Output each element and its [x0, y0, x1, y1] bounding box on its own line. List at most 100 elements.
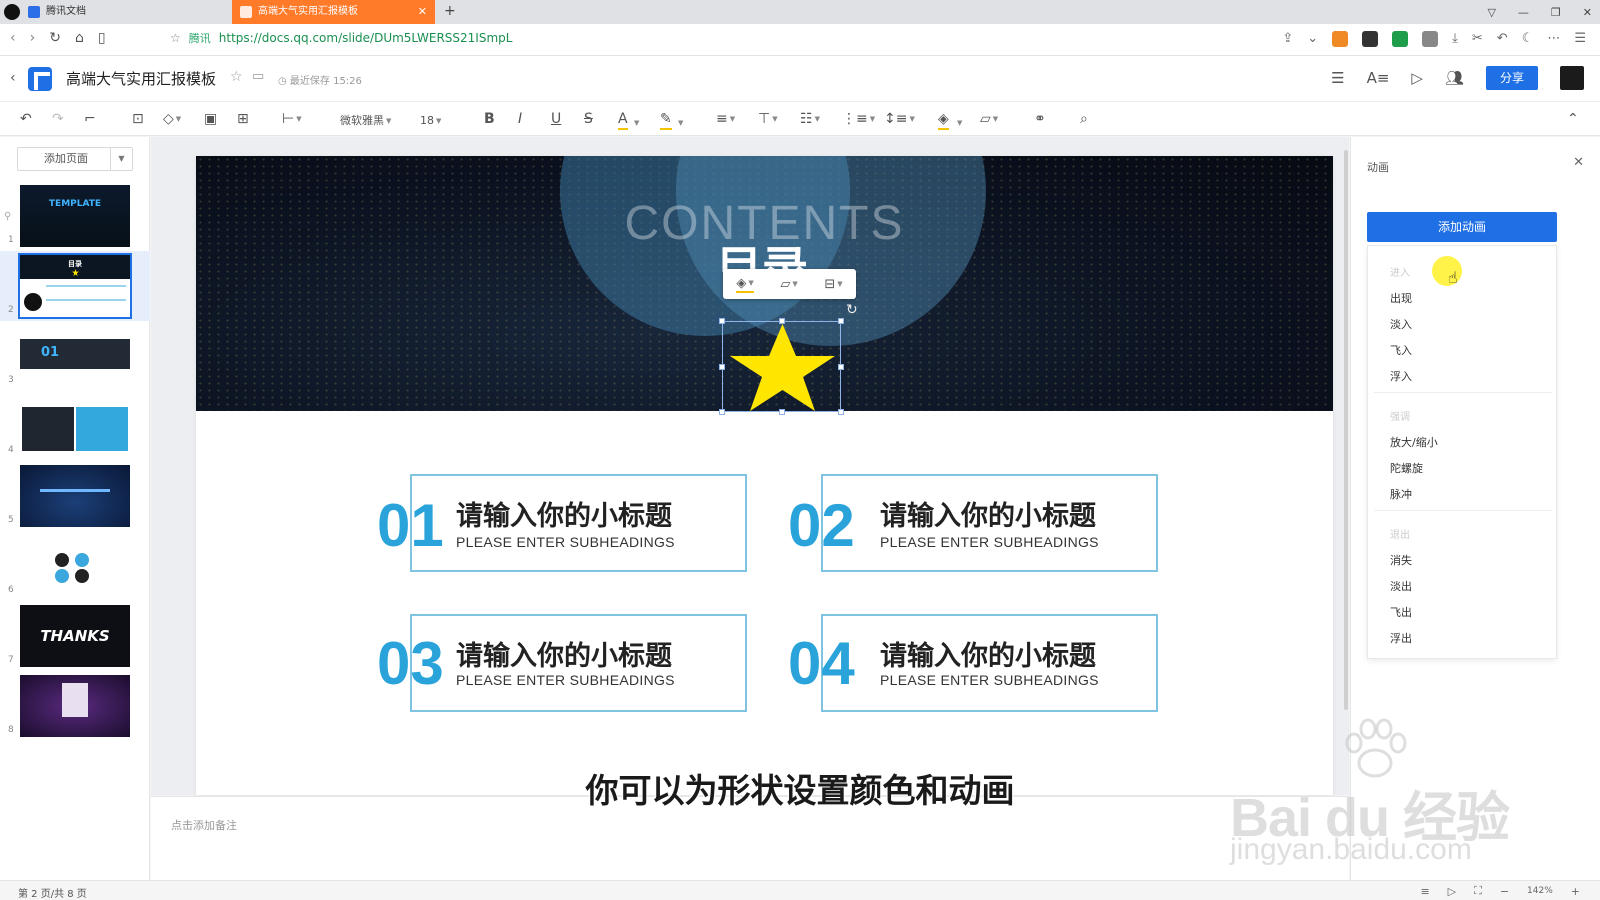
- pin-icon[interactable]: ⚲: [4, 211, 11, 222]
- rotate-handle-icon[interactable]: ↻: [846, 302, 858, 318]
- menu-icon[interactable]: ▽: [1487, 6, 1495, 19]
- add-page-button[interactable]: 添加页面 ▼: [17, 147, 133, 171]
- slide-thumb-2[interactable]: 目录 2: [0, 251, 150, 321]
- resize-handle[interactable]: [719, 409, 725, 415]
- star-shape[interactable]: [723, 322, 842, 413]
- dropdown-icon[interactable]: ⌄: [1307, 31, 1318, 47]
- tab-current-doc[interactable]: 高端大气实用汇报模板 ✕: [232, 0, 435, 24]
- back-icon[interactable]: ‹: [10, 30, 16, 46]
- menu-item-fade-out[interactable]: 淡出: [1390, 578, 1412, 594]
- bold-icon[interactable]: B: [484, 110, 495, 128]
- favorite-star-icon[interactable]: ☆: [230, 69, 243, 85]
- folder-icon[interactable]: ▭: [252, 69, 264, 84]
- tab-tencent-docs[interactable]: 腾讯文档: [20, 0, 228, 24]
- forward-icon[interactable]: ›: [30, 30, 36, 46]
- browser-menu-icon[interactable]: ☰: [1574, 31, 1586, 47]
- menu-item-fly-in[interactable]: 飞入: [1390, 342, 1412, 358]
- font-size-select[interactable]: 18 ▼: [420, 112, 441, 130]
- resize-handle[interactable]: [779, 409, 785, 415]
- highlight-caret-icon[interactable]: ▼: [678, 114, 683, 132]
- slide-thumb-7[interactable]: THANKS 7: [0, 601, 150, 671]
- slide-thumb-6[interactable]: 6: [0, 531, 150, 601]
- close-window-icon[interactable]: ✕: [1583, 6, 1592, 19]
- scissors-icon[interactable]: ✂: [1472, 31, 1483, 47]
- shape-icon[interactable]: ◇ ▼: [163, 110, 181, 128]
- menu-item-float-out[interactable]: 浮出: [1390, 630, 1412, 646]
- undo-icon[interactable]: ↶: [20, 110, 32, 128]
- item-subtitle[interactable]: PLEASE ENTER SUBHEADINGS: [880, 672, 1099, 688]
- item-number[interactable]: 02: [788, 496, 855, 556]
- slide-thumb-1[interactable]: TEMPLATE 1: [0, 181, 150, 251]
- item-title[interactable]: 请输入你的小标题: [880, 634, 1096, 673]
- slide-thumb-3[interactable]: 01 3: [0, 321, 150, 391]
- highlight-icon[interactable]: ✎: [660, 110, 672, 130]
- refresh-icon[interactable]: ↻: [49, 30, 61, 46]
- fill-color-icon[interactable]: ◈: [938, 110, 949, 130]
- image-icon[interactable]: ▣: [204, 110, 217, 128]
- search-icon[interactable]: ⌕: [1080, 110, 1088, 128]
- menu-lines-icon[interactable]: ☰: [1331, 69, 1344, 87]
- text-align-icon[interactable]: ≡ ▼: [716, 110, 735, 128]
- slide-thumb-8[interactable]: 8: [0, 671, 150, 741]
- game-extension-icon[interactable]: [1332, 31, 1349, 47]
- resize-handle[interactable]: [838, 318, 844, 324]
- menu-item-spin[interactable]: 陀螺旋: [1390, 460, 1423, 476]
- fill-color-icon[interactable]: ◈ ▼: [736, 276, 754, 293]
- doc-title[interactable]: 高端大气实用汇报模板: [66, 68, 216, 89]
- border-style-icon[interactable]: ▱ ▼: [980, 110, 998, 128]
- item-title[interactable]: 请输入你的小标题: [456, 494, 672, 533]
- line-spacing-icon[interactable]: ↕≡ ▼: [884, 110, 915, 128]
- home-icon[interactable]: ⌂: [75, 30, 84, 46]
- font-color-caret-icon[interactable]: ▼: [634, 114, 639, 132]
- menu-item-fly-out[interactable]: 飞出: [1390, 604, 1412, 620]
- chevron-down-icon[interactable]: ▼: [110, 148, 132, 170]
- fit-screen-icon[interactable]: ⛶: [1474, 884, 1482, 898]
- undo-icon[interactable]: ↶: [1497, 31, 1508, 47]
- item-subtitle[interactable]: PLEASE ENTER SUBHEADINGS: [456, 672, 675, 688]
- notebook-extension-icon[interactable]: [1362, 31, 1379, 47]
- tencent-docs-logo[interactable]: [28, 67, 52, 91]
- minimize-icon[interactable]: —: [1518, 6, 1529, 19]
- font-color-icon[interactable]: A: [618, 110, 628, 130]
- download-icon[interactable]: ⤓: [1452, 31, 1458, 47]
- canvas-scrollbar[interactable]: [1344, 150, 1348, 710]
- item-number[interactable]: 03: [377, 634, 444, 694]
- item-subtitle[interactable]: PLEASE ENTER SUBHEADINGS: [456, 534, 675, 550]
- text-style-icon[interactable]: A≡: [1367, 69, 1390, 87]
- moon-icon[interactable]: ☾: [1522, 31, 1534, 47]
- add-animation-button[interactable]: 添加动画: [1367, 212, 1557, 242]
- strikethrough-icon[interactable]: S: [584, 110, 593, 128]
- vertical-align-icon[interactable]: ⊤ ▼: [758, 110, 778, 128]
- play-icon[interactable]: ▷: [1411, 69, 1423, 87]
- resize-handle[interactable]: [838, 409, 844, 415]
- notes-toggle-icon[interactable]: ≡: [1420, 885, 1429, 898]
- item-number[interactable]: 01: [377, 496, 444, 556]
- notes-placeholder[interactable]: 点击添加备注: [171, 817, 237, 833]
- new-tab-icon[interactable]: +: [444, 3, 456, 19]
- star-shape-selection[interactable]: [719, 318, 844, 415]
- fill-color-caret-icon[interactable]: ▼: [957, 114, 962, 132]
- slide-thumb-5[interactable]: 5: [0, 461, 150, 531]
- format-painter-icon[interactable]: ⌐: [84, 110, 96, 128]
- share-page-icon[interactable]: ⇪: [1282, 31, 1293, 47]
- link-icon[interactable]: ⚭: [1034, 110, 1046, 128]
- zoom-out-icon[interactable]: −: [1500, 885, 1509, 898]
- font-family-select[interactable]: 微软雅黑 ▼: [340, 112, 391, 130]
- slide-thumb-4[interactable]: 4: [0, 391, 150, 461]
- menu-item-zoom[interactable]: 放大/缩小: [1390, 434, 1438, 450]
- avatar[interactable]: [1560, 66, 1584, 90]
- redo-icon[interactable]: ↷: [52, 110, 64, 128]
- restore-icon[interactable]: ❐: [1551, 6, 1561, 19]
- text-box-icon[interactable]: ⊡: [132, 110, 144, 128]
- back-arrow-icon[interactable]: ‹: [10, 70, 16, 86]
- close-tab-icon[interactable]: ✕: [418, 0, 427, 24]
- table-icon[interactable]: ⊞: [237, 110, 249, 128]
- menu-item-disappear[interactable]: 消失: [1390, 552, 1412, 568]
- resize-handle[interactable]: [838, 364, 844, 370]
- zoom-in-icon[interactable]: +: [1571, 885, 1580, 898]
- url-text[interactable]: https://docs.qq.com/slide/DUm5LWERSS21IS…: [219, 31, 513, 45]
- resize-handle[interactable]: [719, 318, 725, 324]
- share-button[interactable]: 分享: [1486, 66, 1538, 90]
- menu-item-pulse[interactable]: 脉冲: [1390, 486, 1412, 502]
- menu-item-appear[interactable]: 出现: [1390, 290, 1412, 306]
